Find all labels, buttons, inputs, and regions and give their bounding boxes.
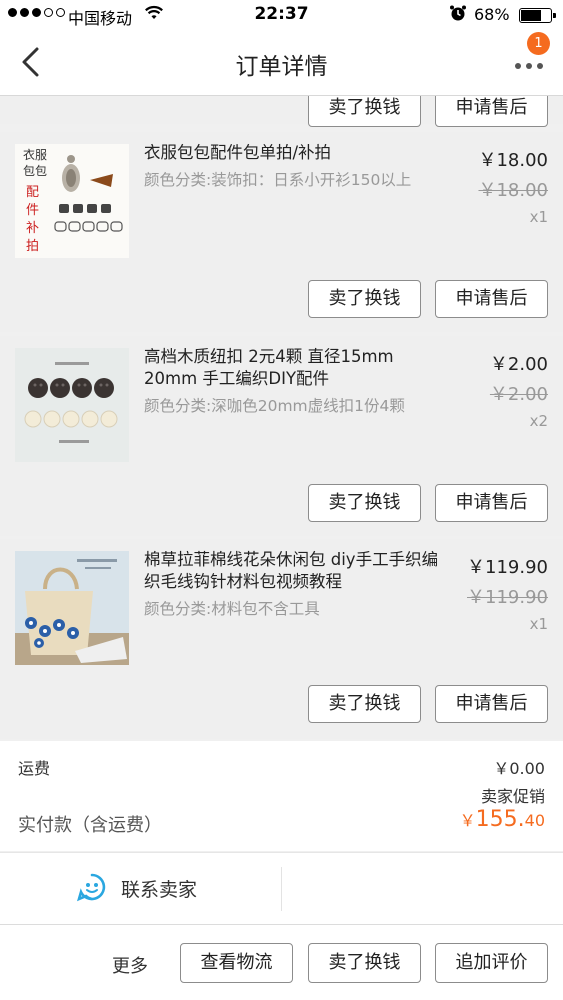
order-item[interactable]: 棉草拉菲棉线花朵休闲包 diy手工手织编织毛线钩针材料包视频教程 颜色分类:材料…	[0, 539, 563, 739]
sell-for-cash-button[interactable]: 卖了换钱	[308, 484, 421, 522]
bottom-action-bar: 更多 查看物流 卖了换钱 追加评价	[0, 924, 563, 1000]
after-sales-button[interactable]: 申请售后	[435, 280, 548, 318]
product-quantity: x1	[529, 615, 548, 633]
product-price: ￥2.00	[489, 354, 548, 375]
chat-smile-icon	[77, 873, 106, 902]
product-spec: 颜色分类:装饰扣：日系小开衫150以上	[144, 171, 412, 189]
product-thumbnail[interactable]: 衣服 包包 配 件 补 拍	[15, 144, 129, 258]
svg-text:补: 补	[26, 220, 39, 235]
after-sales-button[interactable]: 申请售后	[435, 685, 548, 723]
notification-badge: 1	[527, 32, 550, 55]
original-price: ￥119.90	[467, 587, 548, 608]
original-price: ￥18.00	[478, 180, 548, 201]
order-item[interactable]: 高档木质纽扣 2元4颗 直径15mm 20mm 手工编织DIY配件 颜色分类:深…	[0, 336, 563, 536]
svg-text:衣服: 衣服	[23, 147, 47, 162]
navigation-bar: 订单详情 1	[0, 30, 563, 96]
battery-icon	[519, 8, 556, 23]
svg-text:拍: 拍	[26, 238, 39, 253]
contact-seller-section: 联系卖家	[0, 852, 563, 924]
product-price: ￥18.00	[478, 150, 548, 171]
logo-text-top: 配	[26, 184, 39, 199]
product-spec: 颜色分类:深咖色20mm虚线扣1份4颗	[144, 397, 405, 415]
svg-text:包包: 包包	[23, 164, 47, 178]
view-logistics-button[interactable]: 查看物流	[180, 943, 293, 983]
battery-percent: 68%	[474, 5, 510, 24]
total-paid-value: ￥155.40	[459, 807, 545, 832]
divider	[281, 867, 282, 911]
product-spec: 颜色分类:材料包不含工具	[144, 600, 320, 618]
contact-seller-button[interactable]: 联系卖家	[0, 853, 281, 924]
product-price: ￥119.90	[467, 557, 548, 578]
product-image	[15, 551, 129, 665]
total-paid-label: 实付款（含运费）	[18, 815, 162, 836]
original-price: ￥2.00	[489, 384, 548, 405]
svg-text:件: 件	[26, 202, 39, 217]
product-thumbnail[interactable]	[15, 348, 129, 462]
sell-for-cash-button[interactable]: 卖了换钱	[308, 685, 421, 723]
add-review-button[interactable]: 追加评价	[435, 943, 548, 983]
product-name[interactable]: 棉草拉菲棉线花朵休闲包 diy手工手织编织毛线钩针材料包视频教程	[144, 549, 442, 593]
product-image: 衣服 包包 配 件 补 拍	[15, 144, 129, 258]
after-sales-button[interactable]: 申请售后	[435, 484, 548, 522]
payment-summary: 运费 ￥0.00 卖家促销 实付款（含运费） ￥155.40	[0, 741, 563, 851]
status-bar: 中国移动 22:37 68%	[0, 0, 563, 30]
product-name[interactable]: 衣服包包配件包单拍/补拍	[144, 142, 442, 164]
more-button[interactable]: 更多	[112, 952, 148, 978]
product-image	[15, 348, 129, 462]
sell-for-cash-button[interactable]: 卖了换钱	[308, 96, 421, 127]
shipping-value: ￥0.00	[493, 759, 545, 778]
product-name[interactable]: 高档木质纽扣 2元4颗 直径15mm 20mm 手工编织DIY配件	[144, 346, 442, 390]
page-title: 订单详情	[235, 54, 328, 80]
alarm-icon	[449, 4, 467, 26]
product-thumbnail[interactable]	[15, 551, 129, 665]
order-item[interactable]: 衣服 包包 配 件 补 拍 衣服包包配件包单拍/补拍 颜色分类:装饰扣：日系小开…	[0, 132, 563, 332]
shipping-label: 运费	[18, 759, 51, 778]
seller-promotion: 卖家促销	[480, 787, 545, 806]
product-quantity: x2	[529, 412, 548, 430]
contact-seller-label: 联系卖家	[121, 879, 198, 901]
order-detail-content[interactable]: 卖了换钱 申请售后 衣服 包包 配 件 补 拍 衣服包包配件包单拍/补拍 颜色分…	[0, 96, 563, 924]
order-item-partial: 卖了换钱 申请售后	[0, 96, 563, 127]
product-quantity: x1	[529, 208, 548, 226]
sell-for-cash-button[interactable]: 卖了换钱	[308, 943, 421, 983]
after-sales-button[interactable]: 申请售后	[435, 96, 548, 127]
sell-for-cash-button[interactable]: 卖了换钱	[308, 280, 421, 318]
